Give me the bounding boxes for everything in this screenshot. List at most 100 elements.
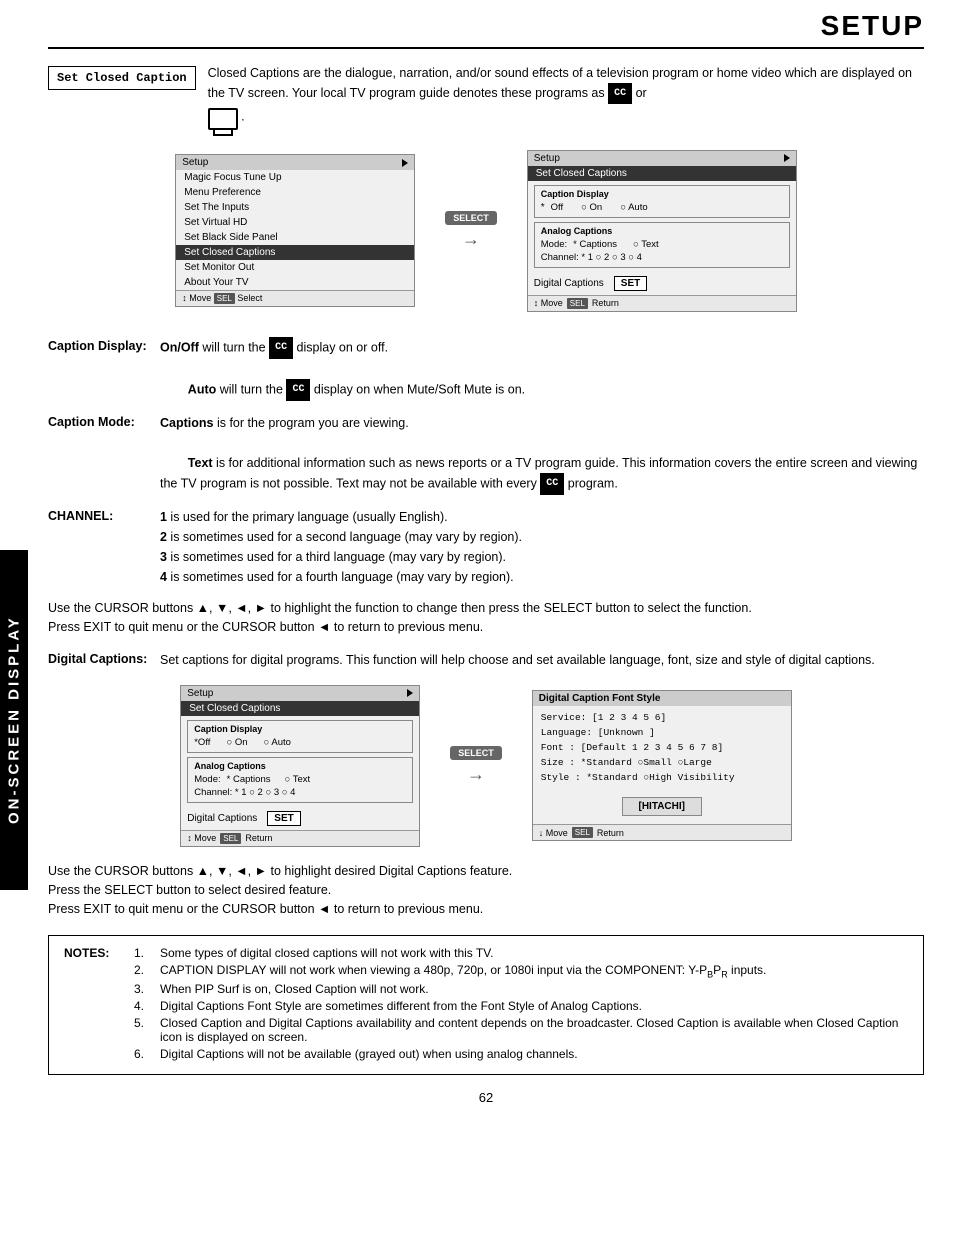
dc-analog-section: Analog Captions Mode: * Captions ○ Text … bbox=[187, 757, 413, 803]
dc-font-content: Service: [1 2 3 4 5 6] Language: [Unknow… bbox=[533, 706, 791, 790]
page-number: 62 bbox=[48, 1090, 924, 1105]
on-off-label: On/Off bbox=[160, 340, 199, 354]
page-title: SETUP bbox=[48, 10, 924, 49]
dc-service: Service: [1 2 3 4 5 6] bbox=[541, 710, 783, 725]
set-cc-desc-or: or bbox=[636, 86, 647, 100]
text-inline-label: Text bbox=[188, 456, 213, 470]
dc-left-title-bar: Setup bbox=[181, 686, 419, 701]
right-arrow-right-icon bbox=[784, 154, 790, 162]
dc-left-bottom: ↕ Move SEL Return bbox=[181, 830, 419, 846]
note-1: 1. Some types of digital closed captions… bbox=[134, 946, 908, 960]
digital-captions-desc-content: Set captions for digital programs. This … bbox=[160, 650, 924, 670]
dc-cursor-section: Use the CURSOR buttons ▲, ▼, ◄, ► to hig… bbox=[48, 862, 924, 920]
dc-off-row: *Off ○ On ○ Auto bbox=[194, 736, 406, 749]
channel-label: Channel: * 1 ○ 2 ○ 3 ○ 4 bbox=[541, 252, 642, 263]
dc-star-off: *Off bbox=[194, 737, 210, 748]
cc-badge-auto: CC bbox=[286, 379, 310, 401]
right-menu-title: Setup bbox=[534, 153, 560, 164]
dc-select-text: Press the SELECT button to select desire… bbox=[48, 881, 924, 900]
captions-radio: * Captions bbox=[573, 239, 617, 250]
dc-font-return-btn: SEL bbox=[572, 827, 593, 838]
right-arrow-icon: → bbox=[462, 229, 480, 250]
dc-size: Size : *Standard ○Small ○Large bbox=[541, 755, 783, 770]
cc-badge-inline: CC bbox=[608, 83, 632, 104]
note-1-text: Some types of digital closed captions wi… bbox=[160, 946, 494, 960]
dc-digital-label: Digital Captions bbox=[187, 813, 257, 824]
channel-item-1: 1 is used for the primary language (usua… bbox=[160, 507, 924, 527]
menu-item-virtual-hd: Set Virtual HD bbox=[176, 215, 414, 230]
dc-select-btn: SEL bbox=[220, 833, 241, 844]
dc-arrow-divider: SELECT → bbox=[450, 746, 502, 785]
dc-mode-row: Mode: * Captions ○ Text bbox=[194, 773, 406, 786]
dc-font: Font : [Default 1 2 3 4 5 6 7 8] bbox=[541, 740, 783, 755]
channel-item-4: 4 is sometimes used for a fourth languag… bbox=[160, 567, 924, 587]
arrow-right-icon bbox=[402, 159, 408, 167]
set-cc-desc-text1: Closed Captions are the dialogue, narrat… bbox=[208, 66, 912, 100]
menu-item-set-inputs: Set The Inputs bbox=[176, 200, 414, 215]
star-off: * bbox=[541, 202, 545, 213]
dc-left-arrow-icon bbox=[407, 689, 413, 697]
note-4-text: Digital Captions Font Style are sometime… bbox=[160, 999, 642, 1013]
dc-set-btn[interactable]: SET bbox=[267, 811, 300, 826]
notes-section: NOTES: 1. Some types of digital closed c… bbox=[48, 935, 924, 1075]
dc-cursor-text: Use the CURSOR buttons ▲, ▼, ◄, ► to hig… bbox=[48, 862, 924, 881]
note-6: 6. Digital Captions will not be availabl… bbox=[134, 1047, 908, 1061]
mode-label: Mode: bbox=[541, 239, 567, 250]
set-cc-description: Closed Captions are the dialogue, narrat… bbox=[208, 64, 924, 130]
caption-display-row: Caption Display: On/Off will turn the CC… bbox=[48, 337, 924, 401]
channel-item-2: 2 is sometimes used for a second languag… bbox=[160, 527, 924, 547]
dc-style: Style : *Standard ○High Visibility bbox=[541, 770, 783, 785]
dc-right-arrow-icon: → bbox=[467, 764, 485, 785]
set-button[interactable]: SET bbox=[614, 276, 647, 291]
caption-display-label: Caption Display: bbox=[48, 337, 148, 401]
dc-text-radio: ○ Text bbox=[284, 774, 310, 785]
menu-item-menu-pref: Menu Preference bbox=[176, 185, 414, 200]
notes-label-row: NOTES: 1. Some types of digital closed c… bbox=[64, 946, 908, 1064]
on-label: ○ On bbox=[581, 202, 602, 213]
right-menu-subtitle: Set Closed Captions bbox=[528, 166, 796, 181]
right-menu-bottom: ↕ Move SEL Return bbox=[528, 295, 796, 311]
cursor-text-section: Use the CURSOR buttons ▲, ▼, ◄, ► to hig… bbox=[48, 599, 924, 638]
dc-analog-title: Analog Captions bbox=[194, 761, 406, 771]
set-cc-label: Set Closed Caption bbox=[48, 66, 196, 90]
dc-captions-radio: * Captions bbox=[227, 774, 271, 785]
left-menu-title: Setup bbox=[182, 157, 208, 168]
dc-left-set-cc: Set Closed Captions bbox=[181, 701, 419, 716]
side-label: ON-SCREEN DISPLAY bbox=[0, 550, 28, 890]
menu-item-magic: Magic Focus Tune Up bbox=[176, 170, 414, 185]
dc-font-bottom: ↓ Move SEL Return bbox=[533, 824, 791, 840]
menu-item-monitor-out: Set Monitor Out bbox=[176, 260, 414, 275]
dc-left-title: Setup bbox=[187, 688, 213, 699]
note-3-text: When PIP Surf is on, Closed Caption will… bbox=[160, 982, 429, 996]
dc-digital-row: Digital Captions SET bbox=[181, 807, 419, 830]
select-arrow-btn: SELECT bbox=[445, 211, 497, 225]
arrow-divider: SELECT → bbox=[445, 211, 497, 250]
left-menu-title-bar: Setup bbox=[176, 155, 414, 170]
note-6-text: Digital Captions will not be available (… bbox=[160, 1047, 578, 1061]
cursor-text: Use the CURSOR buttons ▲, ▼, ◄, ► to hig… bbox=[48, 599, 924, 618]
tv-icon bbox=[208, 108, 238, 130]
auto-label: ○ Auto bbox=[620, 202, 647, 213]
channel-row: CHANNEL: 1 is used for the primary langu… bbox=[48, 507, 924, 587]
cc-badge-text: CC bbox=[540, 473, 564, 495]
channel-content: 1 is used for the primary language (usua… bbox=[160, 507, 924, 587]
colon-period: . bbox=[241, 109, 244, 123]
channel-label: CHANNEL: bbox=[48, 507, 148, 587]
caption-display-off-row: * Off ○ On ○ Auto bbox=[541, 201, 783, 214]
note-4: 4. Digital Captions Font Style are somet… bbox=[134, 999, 908, 1013]
dc-caption-display: Caption Display *Off ○ On ○ Auto bbox=[187, 720, 413, 753]
left-menu-screenshot: Setup Magic Focus Tune Up Menu Preferenc… bbox=[175, 154, 415, 307]
screenshots-row-1: Setup Magic Focus Tune Up Menu Preferenc… bbox=[48, 150, 924, 312]
channel-item-3: 3 is sometimes used for a third language… bbox=[160, 547, 924, 567]
dc-caption-display-title: Caption Display bbox=[194, 724, 406, 734]
caption-mode-label: Caption Mode: bbox=[48, 413, 148, 495]
right-menu-screenshot: Setup Set Closed Captions Caption Displa… bbox=[527, 150, 797, 312]
auto-inline-label: Auto bbox=[188, 382, 216, 396]
menu-item-about-tv: About Your TV bbox=[176, 275, 414, 290]
note-2-text: CAPTION DISPLAY will not work when viewi… bbox=[160, 963, 766, 979]
caption-display-section: Caption Display * Off ○ On ○ Auto bbox=[534, 185, 790, 218]
select-btn-right: SEL bbox=[567, 298, 588, 309]
digital-captions-label-main: Digital Captions: bbox=[48, 650, 148, 670]
menu-item-set-cc: Set Closed Captions bbox=[176, 245, 414, 260]
dc-channel-row: Channel: * 1 ○ 2 ○ 3 ○ 4 bbox=[194, 786, 406, 799]
